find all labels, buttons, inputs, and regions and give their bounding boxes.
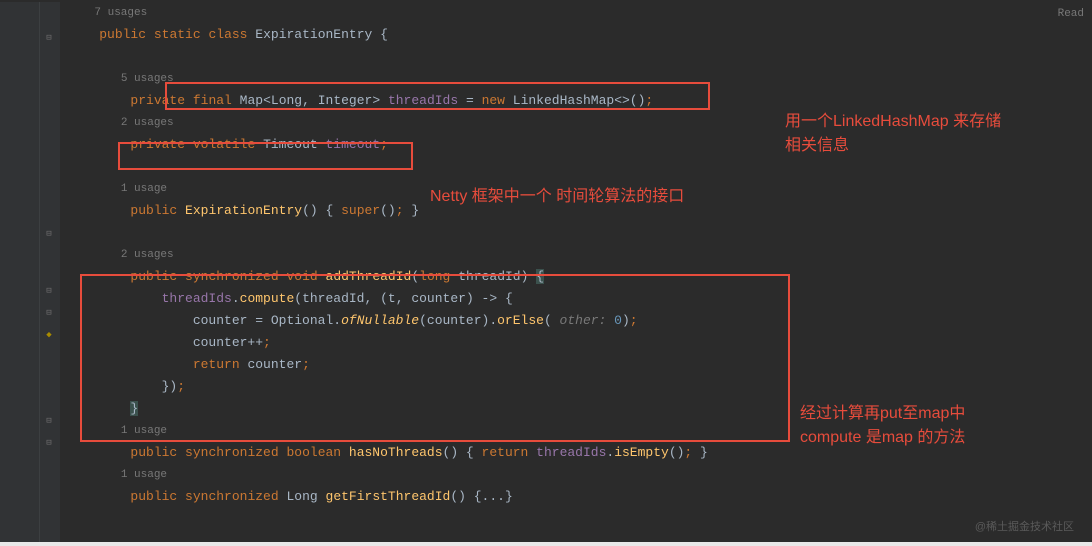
code-line[interactable]: threadIds.compute(threadId, (t, counter)… bbox=[68, 288, 1092, 310]
code-line[interactable]: public static class ExpirationEntry { bbox=[68, 24, 1092, 46]
editor-container: ⊟ ⊟ ⊟ ⊟ ◆ ⊟ ⊟ 7 usages public static cla… bbox=[0, 0, 1092, 546]
code-line[interactable]: }); bbox=[68, 376, 1092, 398]
code-area[interactable]: 7 usages public static class ExpirationE… bbox=[60, 2, 1092, 546]
code-line[interactable] bbox=[68, 222, 1092, 244]
fold-warning-icon[interactable]: ◆ bbox=[44, 330, 54, 340]
code-line[interactable]: public synchronized void addThreadId(lon… bbox=[68, 266, 1092, 288]
fold-icon[interactable]: ⊟ bbox=[44, 438, 54, 448]
top-right-badge: Read bbox=[1058, 8, 1084, 20]
usage-hint: 5 usages bbox=[68, 68, 1092, 90]
fold-gutter: ⊟ ⊟ ⊟ ⊟ ◆ ⊟ ⊟ bbox=[40, 2, 60, 546]
fold-icon[interactable]: ⊟ bbox=[44, 416, 54, 426]
code-line[interactable]: public synchronized Long getFirstThreadI… bbox=[68, 486, 1092, 508]
code-line[interactable]: private final Map<Long, Integer> threadI… bbox=[68, 90, 1092, 112]
fold-icon[interactable]: ⊟ bbox=[44, 286, 54, 296]
code-line[interactable] bbox=[68, 46, 1092, 68]
fold-icon[interactable]: ⊟ bbox=[44, 308, 54, 318]
usage-hint: 1 usage bbox=[68, 464, 1092, 486]
code-line[interactable]: private volatile Timeout timeout; bbox=[68, 134, 1092, 156]
code-line[interactable]: return counter; bbox=[68, 354, 1092, 376]
usage-hint: 2 usages bbox=[68, 112, 1092, 134]
code-line[interactable] bbox=[68, 156, 1092, 178]
code-line[interactable]: public synchronized boolean hasNoThreads… bbox=[68, 442, 1092, 464]
usage-hint: 7 usages bbox=[68, 2, 1092, 24]
usage-hint: 2 usages bbox=[68, 244, 1092, 266]
watermark: @稀土掘金技术社区 bbox=[975, 518, 1074, 534]
code-line[interactable]: counter = Optional.ofNullable(counter).o… bbox=[68, 310, 1092, 332]
code-line[interactable]: } bbox=[68, 398, 1092, 420]
fold-icon[interactable]: ⊟ bbox=[44, 33, 54, 43]
bottom-border bbox=[0, 542, 1092, 546]
line-number-gutter bbox=[0, 2, 40, 546]
usage-hint: 1 usage bbox=[68, 420, 1092, 442]
code-line[interactable]: public ExpirationEntry() { super(); } bbox=[68, 200, 1092, 222]
code-line[interactable]: counter++; bbox=[68, 332, 1092, 354]
usage-hint: 1 usage bbox=[68, 178, 1092, 200]
fold-icon[interactable]: ⊟ bbox=[44, 229, 54, 239]
